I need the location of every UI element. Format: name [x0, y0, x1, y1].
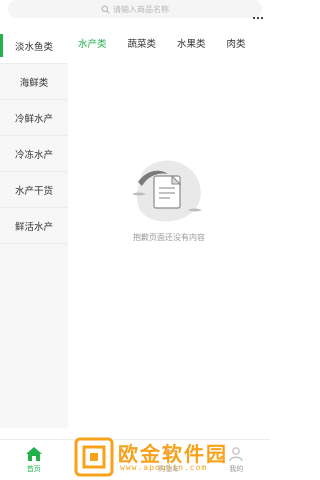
search-placeholder: 请输入商品名称: [113, 4, 169, 14]
category-tabs: 水产类 蔬菜类 水果类 肉类: [68, 28, 270, 58]
tab-fruits[interactable]: 水果类: [177, 36, 206, 50]
home-icon: [25, 446, 43, 462]
sidebar-item-label: 冷鲜水产: [14, 113, 53, 125]
search-bar: 请输入商品名称: [0, 0, 270, 26]
empty-illustration: [120, 150, 210, 230]
sidebar-item-frozen-aquatic[interactable]: 冷冻水产: [0, 136, 68, 172]
tab-aquatic[interactable]: 水产类: [78, 36, 107, 50]
tab-label: 肉类: [226, 39, 246, 50]
empty-state-message: 抱歉页面还没有内容: [133, 233, 205, 242]
tab-vegetables[interactable]: 蔬菜类: [128, 36, 157, 50]
more-icon[interactable]: [252, 9, 264, 21]
search-icon: [101, 5, 110, 14]
sidebar-item-dried-aquatic[interactable]: 水产干货: [0, 172, 68, 208]
sidebar-item-live-aquatic[interactable]: 鲜活水产: [0, 208, 68, 244]
sidebar-item-label: 海鲜类: [19, 77, 49, 89]
app-root: 请输入商品名称 淡水鱼类 海鲜类 冷鲜水产 冷冻水产 水产干货 鲜活水产 水产类…: [0, 0, 270, 480]
sidebar-item-label: 水产干货: [14, 185, 53, 197]
empty-document-icon: [132, 160, 202, 222]
search-input[interactable]: 请输入商品名称: [8, 0, 262, 18]
sidebar-item-seafood[interactable]: 海鲜类: [0, 64, 68, 100]
tab-label: 水果类: [177, 39, 206, 50]
tab-label: 蔬菜类: [127, 39, 157, 50]
sidebar-item-label: 冷冻水产: [14, 149, 53, 161]
watermark: 欧金软件园 www.apoujin.com: [72, 436, 268, 478]
tab-meat[interactable]: 肉类: [227, 36, 246, 50]
sidebar-item-label: 鲜活水产: [14, 221, 53, 233]
category-sidebar: 淡水鱼类 海鲜类 冷鲜水产 冷冻水产 水产干货 鲜活水产: [0, 28, 68, 428]
tab-label: 水产类: [78, 39, 107, 50]
watermark-logo-icon: [74, 437, 114, 477]
sidebar-item-chilled-aquatic[interactable]: 冷鲜水产: [0, 100, 68, 136]
bottom-nav-home[interactable]: 首页: [0, 440, 68, 480]
watermark-url: www.apoujin.com: [120, 463, 208, 472]
bottom-nav-label: 首页: [26, 465, 41, 473]
sidebar-item-freshwater-fish[interactable]: 淡水鱼类: [0, 28, 68, 64]
sidebar-item-label: 淡水鱼类: [14, 41, 53, 53]
